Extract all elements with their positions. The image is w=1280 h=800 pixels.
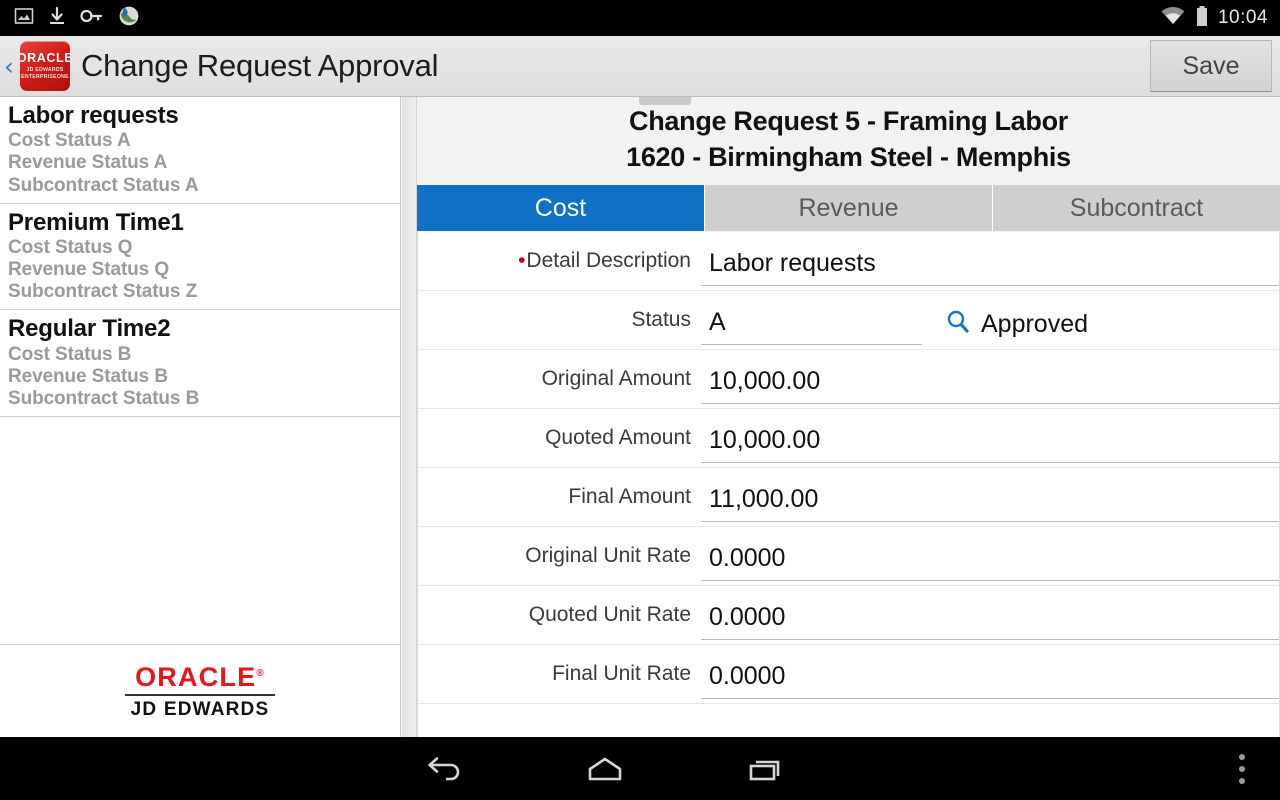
list-item-revenue-status: Revenue Status A bbox=[8, 152, 168, 174]
change-request-list-pane: Labor requests Cost Status A Revenue Sta… bbox=[0, 97, 401, 737]
field-value-wrap: 10,000.00 bbox=[701, 350, 1279, 408]
field-row-original-unit-rate: Original Unit Rate 0.0000 bbox=[418, 527, 1279, 587]
field-row-partial bbox=[418, 704, 1279, 731]
android-navigation-bar bbox=[0, 737, 1280, 800]
list-item-subcontract-status: Subcontract Status Z bbox=[8, 281, 198, 303]
logo-enterpriseone-text: ENTERPRISEONE bbox=[21, 73, 69, 80]
list-item[interactable]: Premium Time1 Cost Status Q Revenue Stat… bbox=[0, 203, 400, 311]
field-row-quoted-amount: Quoted Amount 10,000.00 bbox=[418, 409, 1279, 469]
list-item-title: Premium Time1 bbox=[8, 208, 184, 236]
original-unit-rate-input[interactable]: 0.0000 bbox=[701, 545, 1279, 582]
back-chevron-icon[interactable]: ‹ bbox=[4, 54, 20, 79]
registered-trademark-mark: ® bbox=[256, 667, 265, 679]
field-label-status: Status bbox=[631, 308, 691, 332]
list-item-revenue-status: Revenue Status Q bbox=[8, 259, 170, 281]
detail-pane: Change Request 5 - Framing Labor 1620 - … bbox=[417, 97, 1280, 746]
list-item-subcontract-status: Subcontract Status A bbox=[8, 174, 199, 196]
field-row-final-unit-rate: Final Unit Rate 0.0000 bbox=[418, 645, 1279, 705]
detail-header: Change Request 5 - Framing Labor 1620 - … bbox=[417, 97, 1280, 175]
footer-oracle-text: ORACLE® bbox=[135, 661, 265, 692]
field-value-wrap: 0.0000 bbox=[701, 527, 1279, 585]
detail-description-input[interactable]: Labor requests bbox=[701, 250, 1279, 287]
download-icon bbox=[48, 6, 66, 31]
list-item-cost-status: Cost Status B bbox=[8, 343, 132, 365]
wifi-icon bbox=[1160, 6, 1186, 31]
list-item-cost-status: Cost Status Q bbox=[8, 236, 133, 258]
original-amount-input[interactable]: 10,000.00 bbox=[701, 368, 1279, 405]
list-item[interactable]: Labor requests Cost Status A Revenue Sta… bbox=[0, 97, 400, 204]
list-item-title: Regular Time2 bbox=[8, 315, 171, 343]
list-empty-space bbox=[0, 417, 400, 645]
field-row-quoted-unit-rate: Quoted Unit Rate 0.0000 bbox=[418, 586, 1279, 646]
android-status-bar: 10:04 bbox=[0, 0, 1280, 36]
cost-form: •Detail Description Labor requests Statu… bbox=[417, 232, 1280, 746]
quoted-unit-rate-input[interactable]: 0.0000 bbox=[701, 604, 1279, 641]
content-area: Labor requests Cost Status A Revenue Sta… bbox=[0, 97, 1280, 746]
list-item-title: Labor requests bbox=[8, 102, 179, 129]
quoted-amount-input[interactable]: 10,000.00 bbox=[701, 427, 1279, 464]
field-label-final-amount: Final Amount bbox=[568, 485, 691, 509]
field-label-detail-description: •Detail Description bbox=[518, 249, 691, 273]
field-label-quoted-amount: Quoted Amount bbox=[545, 426, 691, 450]
required-marker-icon: • bbox=[518, 249, 526, 273]
tab-subcontract[interactable]: Subcontract bbox=[993, 185, 1280, 232]
list-item-revenue-status: Revenue Status B bbox=[8, 365, 168, 387]
field-value-wrap: 0.0000 bbox=[701, 645, 1279, 703]
nav-recents-button[interactable] bbox=[685, 752, 845, 786]
field-value-wrap: A Approved bbox=[701, 291, 1279, 349]
tab-revenue[interactable]: Revenue bbox=[705, 185, 993, 232]
screenshot-icon bbox=[14, 6, 34, 31]
field-row-detail-description: •Detail Description Labor requests bbox=[418, 232, 1279, 292]
save-button[interactable]: Save bbox=[1150, 40, 1272, 92]
final-unit-rate-input[interactable]: 0.0000 bbox=[701, 663, 1279, 700]
field-row-original-amount: Original Amount 10,000.00 bbox=[418, 350, 1279, 410]
status-lookup[interactable]: Approved bbox=[922, 308, 1088, 345]
pane-drag-handle[interactable] bbox=[639, 97, 691, 105]
list-item-subcontract-status: Subcontract Status B bbox=[8, 387, 200, 409]
status-bar-clock: 10:04 bbox=[1217, 7, 1268, 28]
logo-oracle-text: ORACLE bbox=[20, 50, 70, 65]
pane-splitter[interactable] bbox=[402, 97, 417, 737]
status-bar-left-icons bbox=[0, 5, 140, 32]
detail-title-line-2: 1620 - Birmingham Steel - Memphis bbox=[626, 141, 1071, 172]
browser-globe-icon bbox=[118, 5, 140, 32]
final-amount-input[interactable]: 11,000.00 bbox=[701, 486, 1279, 523]
page-title: Change Request Approval bbox=[81, 48, 439, 83]
overflow-menu-icon[interactable] bbox=[1210, 753, 1274, 784]
overflow-dot bbox=[1239, 765, 1245, 772]
field-value-wrap: 11,000.00 bbox=[701, 468, 1279, 526]
field-row-status: Status A Approved bbox=[418, 291, 1279, 351]
status-input[interactable]: A bbox=[701, 309, 922, 346]
search-icon[interactable] bbox=[944, 308, 972, 341]
list-item[interactable]: Regular Time2 Cost Status B Revenue Stat… bbox=[0, 310, 400, 418]
battery-icon bbox=[1195, 5, 1209, 32]
field-label-original-amount: Original Amount bbox=[541, 367, 691, 391]
jd-edwards-logo[interactable]: ORACLE JD EDWARDS ENTERPRISEONE bbox=[20, 41, 70, 91]
field-label-quoted-unit-rate: Quoted Unit Rate bbox=[528, 603, 691, 627]
device-screen: 10:04 ‹ ORACLE JD EDWARDS ENTERPRISEONE … bbox=[0, 0, 1280, 800]
detail-title-line-1: Change Request 5 - Framing Labor bbox=[629, 106, 1068, 136]
vpn-key-icon bbox=[80, 7, 104, 30]
overflow-dot bbox=[1239, 753, 1245, 760]
status-description: Approved bbox=[981, 310, 1089, 339]
app-bar: ‹ ORACLE JD EDWARDS ENTERPRISEONE Change… bbox=[0, 36, 1280, 97]
field-value-wrap: 0.0000 bbox=[701, 586, 1279, 644]
footer-product-text: JD EDWARDS bbox=[130, 698, 270, 720]
tab-cost[interactable]: Cost bbox=[417, 185, 705, 232]
field-value-wrap: 10,000.00 bbox=[701, 409, 1279, 467]
detail-tabs: Cost Revenue Subcontract bbox=[417, 185, 1280, 232]
list-item-cost-status: Cost Status A bbox=[8, 130, 131, 152]
field-label-final-unit-rate: Final Unit Rate bbox=[552, 662, 691, 686]
field-value-wrap: Labor requests bbox=[701, 232, 1279, 290]
oracle-jd-edwards-footer-logo: ORACLE® JD EDWARDS bbox=[0, 645, 400, 737]
nav-home-button[interactable] bbox=[525, 752, 685, 786]
footer-divider bbox=[125, 693, 275, 696]
overflow-dot bbox=[1239, 777, 1245, 784]
status-bar-right-icons: 10:04 bbox=[1160, 5, 1280, 32]
nav-back-button[interactable] bbox=[365, 752, 525, 786]
field-label-original-unit-rate: Original Unit Rate bbox=[525, 544, 691, 568]
field-row-final-amount: Final Amount 11,000.00 bbox=[418, 468, 1279, 528]
